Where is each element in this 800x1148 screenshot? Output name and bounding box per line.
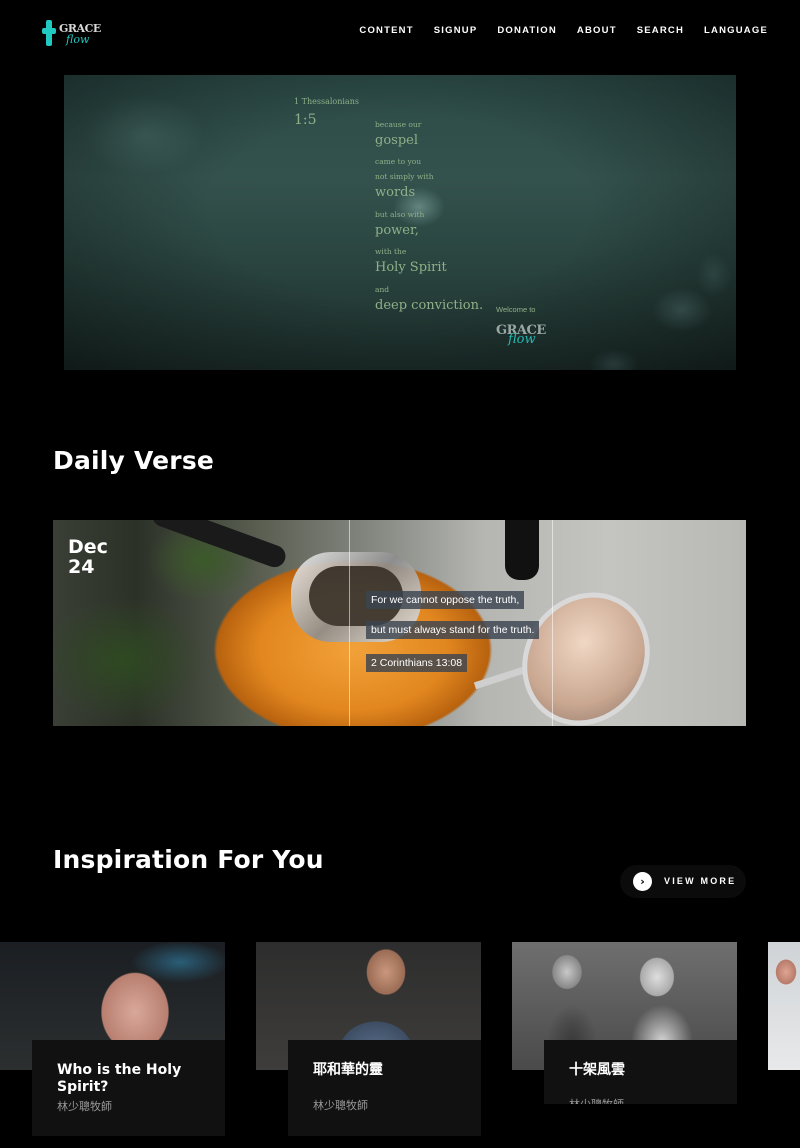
card-caption[interactable]: Who is the Holy Spirit? 林少聰牧師 xyxy=(32,1040,225,1136)
nav-about[interactable]: ABOUT xyxy=(577,25,617,36)
main-nav: CONTENT SIGNUP DONATION ABOUT SEARCH LAN… xyxy=(359,25,768,36)
card-title: 耶和華的靈 xyxy=(313,1062,383,1078)
nav-donation[interactable]: DONATION xyxy=(497,25,557,36)
verse-line-2: but must always stand for the truth. xyxy=(366,621,540,639)
hero-verse-line: because our xyxy=(375,120,422,129)
hero-verse-line: words xyxy=(375,185,416,200)
hero-verse-line: came to you xyxy=(375,157,422,166)
hero-verse-line: with the xyxy=(375,247,407,256)
site-logo[interactable]: GRACE flow xyxy=(42,18,102,50)
card-title: Who is the Holy Spirit? xyxy=(57,1062,182,1095)
card-caption[interactable]: 耶和華的靈 林少聰牧師 xyxy=(288,1040,481,1136)
hero-verse-line: and xyxy=(375,285,390,294)
hero-verse-line: power, xyxy=(375,223,419,238)
inspiration-card[interactable] xyxy=(768,942,800,1070)
card-title: 十架風雲 xyxy=(569,1062,625,1078)
divider xyxy=(349,520,350,726)
chevron-right-icon: › xyxy=(633,872,652,891)
inspiration-title: Inspiration For You xyxy=(53,845,324,874)
nav-language[interactable]: LANGUAGE xyxy=(704,25,768,36)
divider xyxy=(552,520,553,726)
card-thumbnail xyxy=(768,942,800,1070)
hero-verse-line: deep conviction. xyxy=(375,298,484,313)
verse-reference: 2 Corinthians 13:08 xyxy=(366,654,468,672)
verse-date: Dec 24 xyxy=(68,537,108,577)
logo-flow-text: flow xyxy=(66,33,90,46)
card-author: 林少聰牧師 xyxy=(57,1100,112,1113)
hero-welcome-text: Welcome to xyxy=(496,305,536,314)
hero-banner[interactable]: 1 Thessalonians 1:5 because our gospel c… xyxy=(64,75,736,370)
verse-month: Dec xyxy=(68,536,108,558)
hero-verse-line: not simply with xyxy=(375,172,434,181)
hero-logo: GRACE flow xyxy=(496,323,546,347)
card-author: 林少聰牧師 xyxy=(569,1096,624,1104)
nav-content[interactable]: CONTENT xyxy=(359,25,413,36)
hero-verse-line: gospel xyxy=(375,133,418,148)
nav-signup[interactable]: SIGNUP xyxy=(434,25,478,36)
hero-verse-number: 1:5 xyxy=(294,112,317,128)
hero-verse-line: but also with xyxy=(375,210,425,219)
view-more-label: VIEW MORE xyxy=(664,876,737,886)
daily-verse-title: Daily Verse xyxy=(53,446,215,475)
card-author: 林少聰牧師 xyxy=(313,1099,368,1112)
verse-line-1: For we cannot oppose the truth, xyxy=(366,591,525,609)
card-caption[interactable]: 十架風雲 林少聰牧師 xyxy=(544,1040,737,1104)
hero-verse-line: Holy Spirit xyxy=(375,260,447,275)
nav-search[interactable]: SEARCH xyxy=(637,25,684,36)
verse-day: 24 xyxy=(68,556,95,578)
daily-verse-card[interactable]: Dec 24 For we cannot oppose the truth, b… xyxy=(53,520,746,726)
view-more-button[interactable]: › VIEW MORE xyxy=(620,865,746,898)
hero-verse-reference: 1 Thessalonians xyxy=(294,97,359,106)
